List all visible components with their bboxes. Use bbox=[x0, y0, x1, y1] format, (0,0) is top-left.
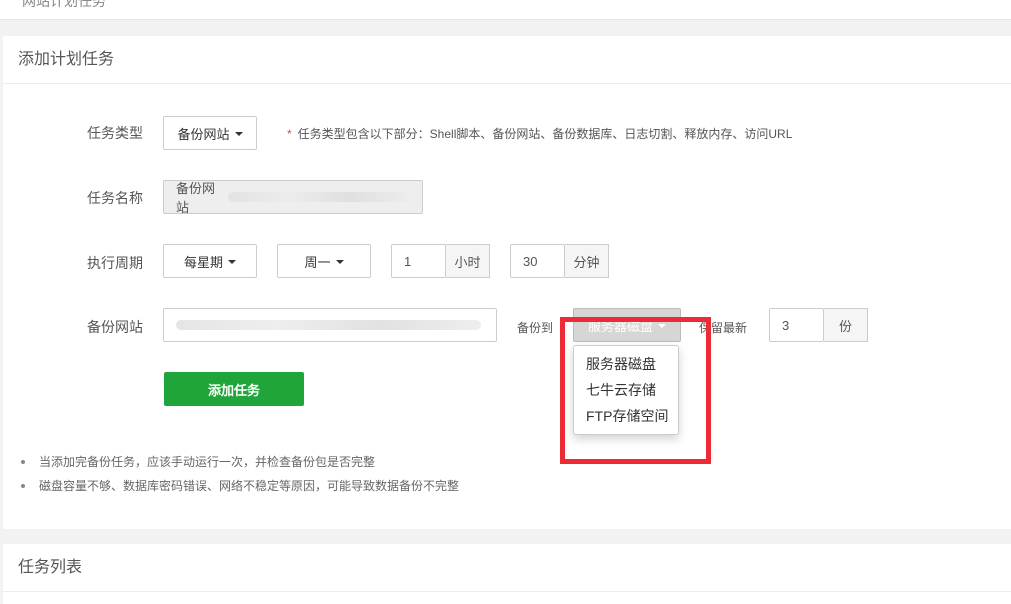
keep-count-unit: 份 bbox=[824, 308, 868, 342]
backup-site-select[interactable] bbox=[163, 308, 497, 342]
required-mark: * bbox=[287, 127, 292, 141]
blurred-site-name bbox=[227, 192, 410, 202]
hour-unit: 小时 bbox=[446, 244, 490, 278]
keep-count-value: 3 bbox=[782, 317, 790, 333]
task-list-panel: 任务列表 bbox=[3, 544, 1011, 604]
task-list-panel-title: 任务列表 bbox=[3, 544, 1011, 592]
task-type-hint-text: 任务类型包含以下部分：Shell脚本、备份网站、备份数据库、日志切割、释放内存、… bbox=[297, 127, 793, 141]
notes-list: 当添加完备份任务，应该手动运行一次，并检查备份包是否完整 磁盘容量不够、数据库密… bbox=[21, 450, 459, 498]
cycle-weekday-dropdown[interactable]: 周一 bbox=[277, 244, 371, 278]
add-task-panel: 添加计划任务 任务类型 备份网站 * 任务类型包含以下部分：Shell脚本、备份网… bbox=[3, 36, 1011, 529]
minute-input[interactable]: 30 bbox=[510, 244, 565, 278]
caret-down-icon bbox=[234, 132, 243, 136]
top-section-strip: 网站计划任务 bbox=[0, 0, 1011, 20]
add-task-panel-title: 添加计划任务 bbox=[3, 36, 1011, 84]
task-type-selected: 备份网站 bbox=[177, 126, 230, 142]
cycle-weekday-selected: 周一 bbox=[304, 254, 331, 270]
top-section-title: 网站计划任务 bbox=[22, 0, 106, 9]
blurred-site-list bbox=[176, 320, 481, 330]
task-name-value: 备份网站 bbox=[176, 181, 216, 215]
note-item: 磁盘容量不够、数据库密码错误、网络不稳定等原因，可能导致数据备份不完整 bbox=[21, 474, 459, 498]
caret-down-icon bbox=[228, 260, 236, 264]
task-type-hint: * 任务类型包含以下部分：Shell脚本、备份网站、备份数据库、日志切割、释放内存… bbox=[287, 125, 792, 142]
task-name-label: 任务名称 bbox=[87, 190, 143, 206]
hour-input[interactable]: 1 bbox=[391, 244, 446, 278]
hour-value: 1 bbox=[404, 253, 412, 269]
cycle-period-dropdown[interactable]: 每星期 bbox=[163, 244, 257, 278]
keep-count-input[interactable]: 3 bbox=[769, 308, 824, 342]
note-item: 当添加完备份任务，应该手动运行一次，并检查备份包是否完整 bbox=[21, 450, 459, 474]
task-type-label: 任务类型 bbox=[87, 125, 143, 141]
cycle-label: 执行周期 bbox=[87, 255, 143, 271]
task-type-dropdown[interactable]: 备份网站 bbox=[163, 116, 257, 150]
backup-site-label: 备份网站 bbox=[87, 319, 143, 335]
add-task-button[interactable]: 添加任务 bbox=[164, 372, 304, 406]
backup-to-label: 备份到 bbox=[517, 321, 554, 335]
cycle-period-selected: 每星期 bbox=[183, 254, 223, 270]
caret-down-icon bbox=[335, 260, 344, 264]
highlight-box bbox=[560, 317, 711, 464]
minute-value: 30 bbox=[523, 253, 538, 269]
minute-unit: 分钟 bbox=[565, 244, 609, 278]
task-name-input[interactable]: 备份网站 bbox=[163, 180, 423, 215]
